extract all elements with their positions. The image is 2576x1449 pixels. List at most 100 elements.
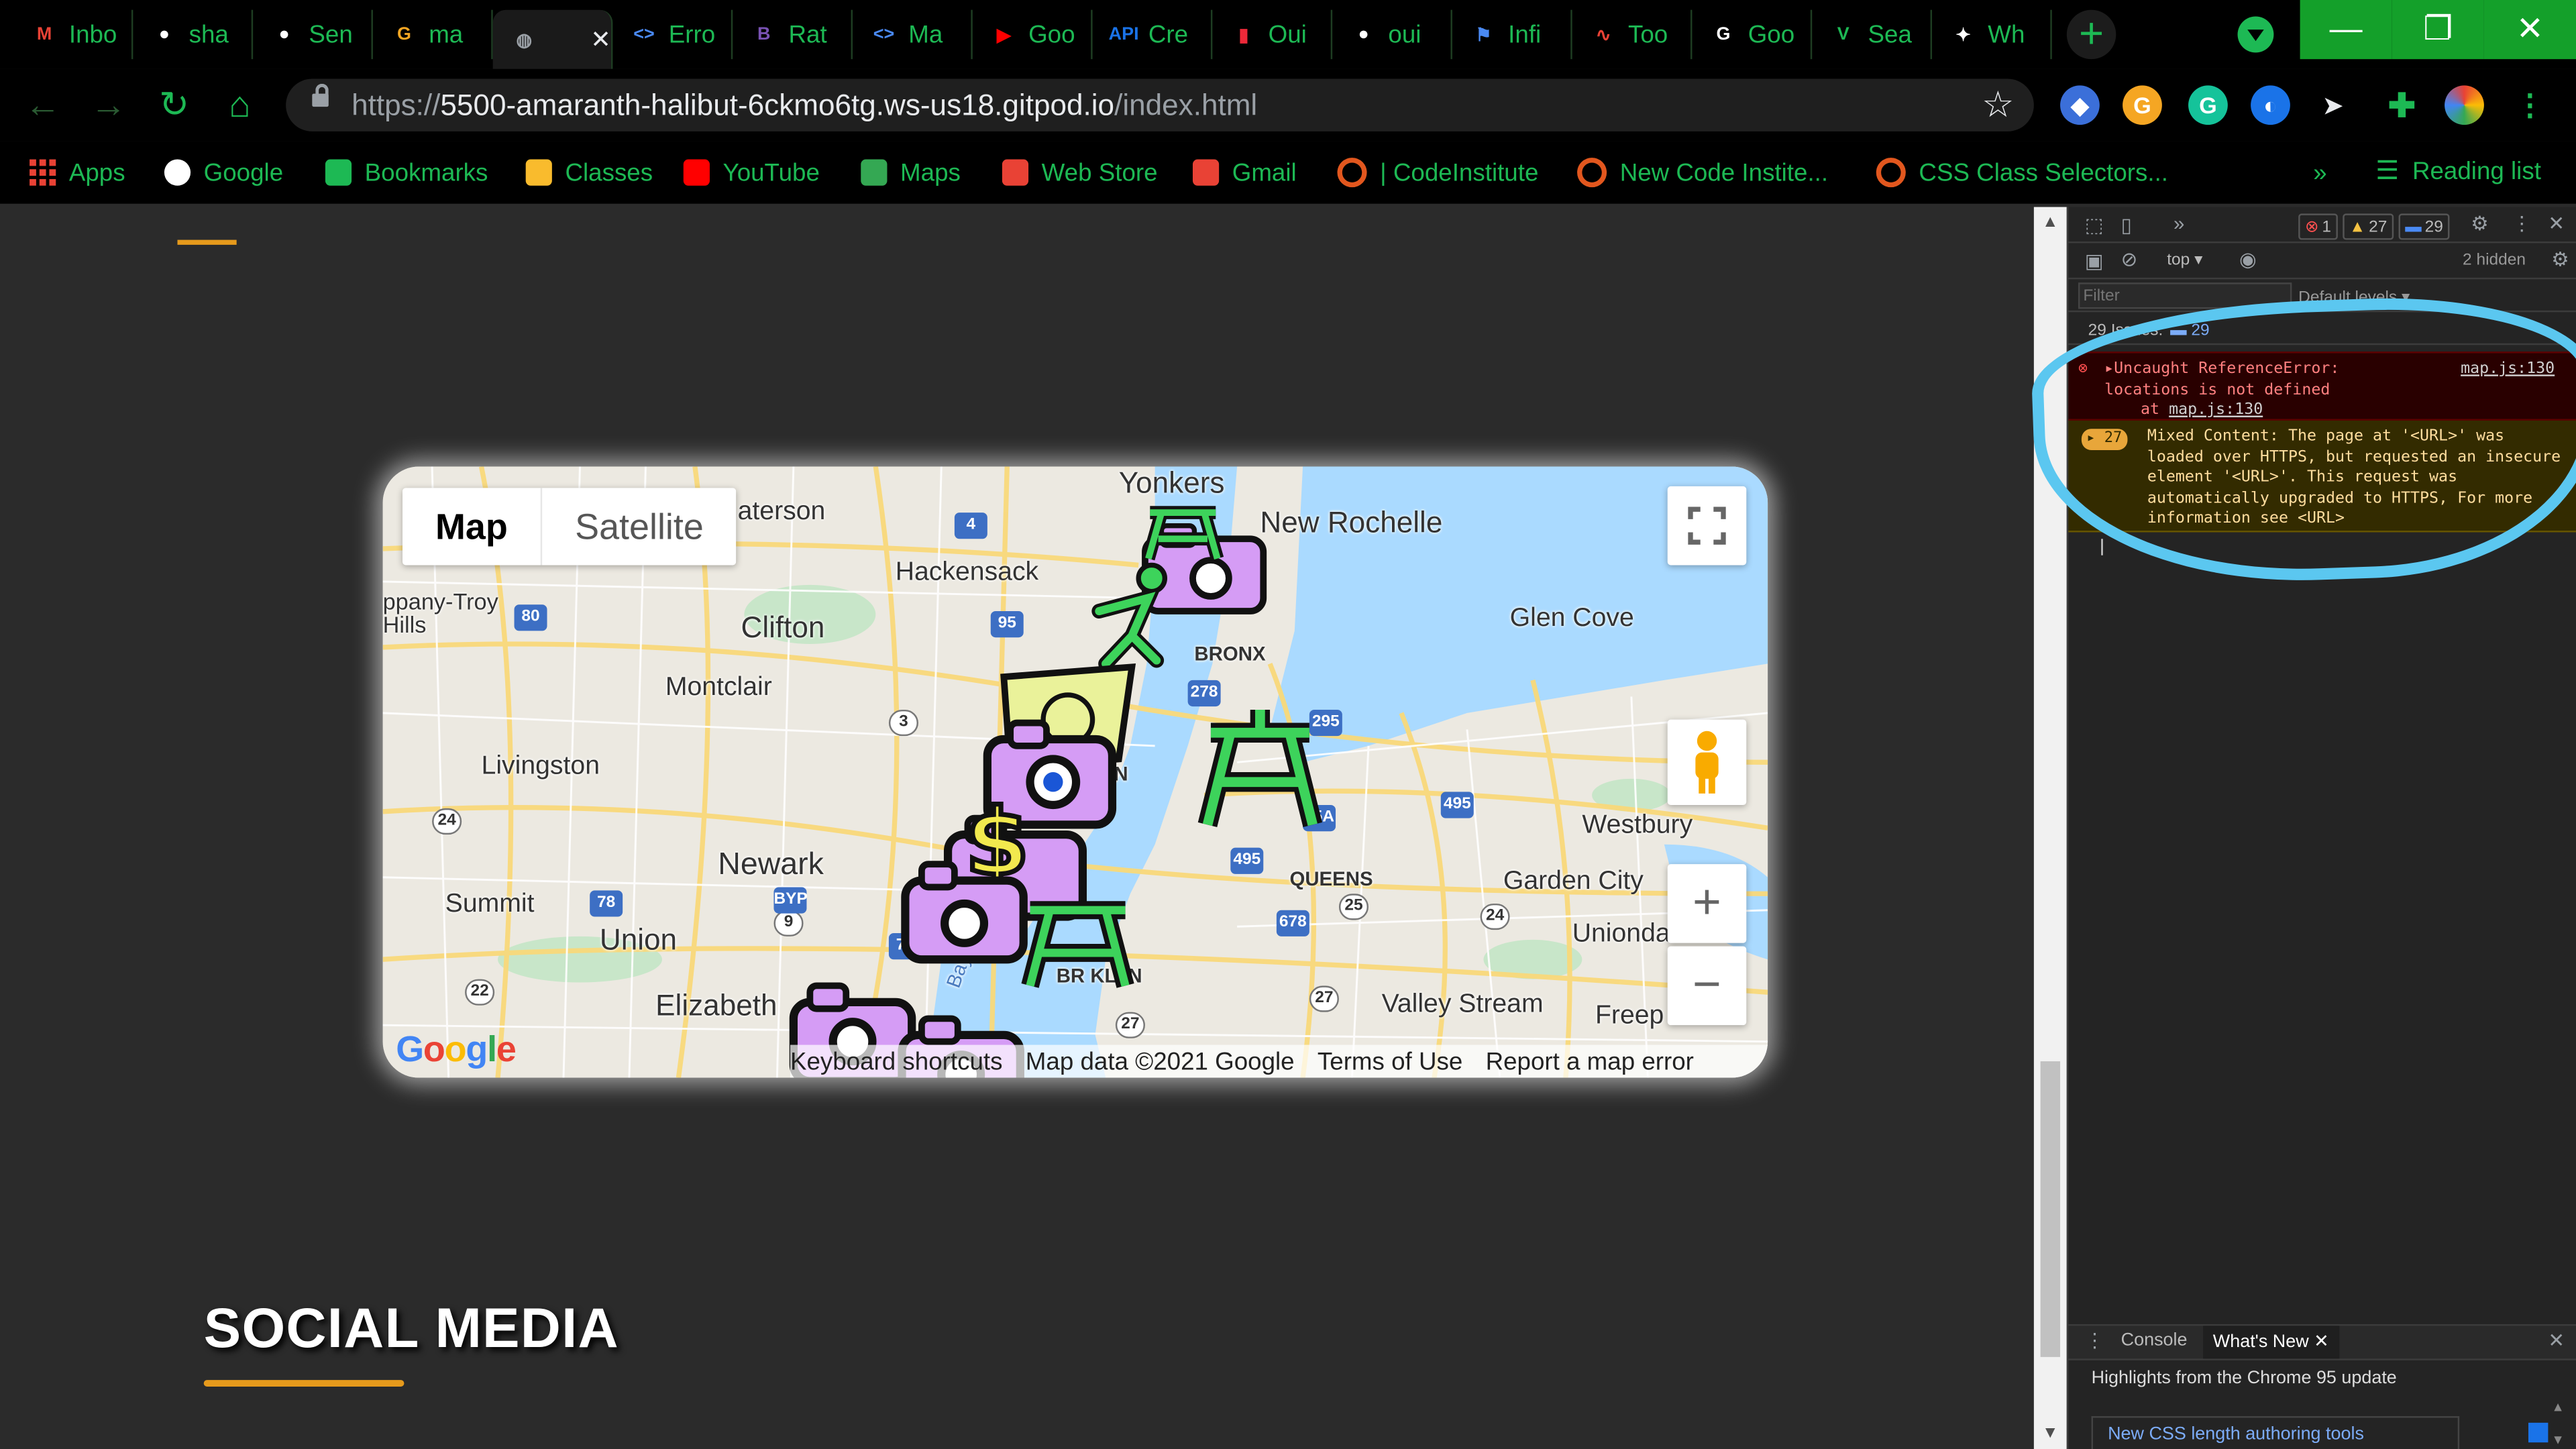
devtools-menu-icon[interactable]: ⋮	[2512, 212, 2532, 235]
live-expression-eye-icon[interactable]: ◉	[2239, 248, 2257, 271]
map-type-satellite-button[interactable]: Satellite	[542, 488, 737, 565]
close-drawer-icon[interactable]: ✕	[2548, 1329, 2565, 1352]
google-logo[interactable]: Google	[396, 1028, 517, 1071]
issues-bar[interactable]: 29 Issues: ▬ 29	[2068, 312, 2576, 345]
browser-tab[interactable]: API Cre	[1093, 9, 1213, 60]
restore-button[interactable]: ❐	[2392, 0, 2484, 60]
browser-tab[interactable]: <> Ma	[853, 9, 973, 60]
google-map[interactable]: Yonkers New Rochelle aterson Hackensack …	[382, 466, 1768, 1078]
profile-avatar-icon[interactable]	[2237, 16, 2274, 53]
profile-icon[interactable]	[2445, 85, 2484, 125]
drawer-tab-whats-new[interactable]: What's New ✕	[2203, 1326, 2339, 1359]
browser-tab[interactable]: V Sea	[1812, 9, 1933, 60]
forward-arrow-icon[interactable]: →	[85, 82, 131, 128]
video-thumbnail[interactable]	[2528, 1422, 2548, 1443]
browser-tab[interactable]: ● oui	[1332, 9, 1452, 60]
browser-tab[interactable]: ▮ Oui	[1212, 9, 1333, 60]
device-toggle-icon[interactable]: ▯	[2121, 213, 2132, 236]
browser-tab[interactable]: ✦ Wh	[1932, 9, 2052, 60]
browser-tab[interactable]: M Inbo	[13, 9, 133, 60]
report-error-link[interactable]: Report a map error	[1486, 1047, 1694, 1075]
settings-gear-icon[interactable]: ⚙	[2471, 212, 2488, 235]
address-url[interactable]: https://5500-amaranth-halibut-6ckmo6tg.w…	[352, 89, 1257, 123]
zoom-out-button[interactable]: −	[1667, 946, 1747, 1026]
bookmark-item[interactable]: YouTube	[683, 154, 820, 191]
console-filter-input[interactable]	[2078, 282, 2292, 309]
new-tab-button[interactable]: +	[2066, 9, 2116, 60]
extensions-puzzle-icon[interactable]: ✚	[2382, 85, 2422, 125]
close-devtools-icon[interactable]: ✕	[2548, 212, 2565, 235]
browser-tab[interactable]: Gma	[373, 9, 493, 60]
close-tab-icon[interactable]: ✕	[590, 25, 611, 54]
browser-tab[interactable]: ▶ Goo	[973, 9, 1093, 60]
browser-tab[interactable]: ⚑ Infi	[1452, 9, 1572, 60]
page-scrollbar[interactable]: ▲ ▼	[2033, 207, 2067, 1449]
console-settings-gear-icon[interactable]: ⚙	[2551, 248, 2569, 271]
error-source-link-inline[interactable]: map.js:130	[2169, 401, 2263, 419]
bookmark-item[interactable]: Gmail	[1192, 154, 1297, 191]
log-levels-dropdown[interactable]: Default levels ▾	[2298, 289, 2410, 307]
close-window-button[interactable]: ✕	[2483, 0, 2576, 60]
browser-tab[interactable]: ● sha	[133, 9, 254, 60]
bookmark-item[interactable]: Google	[164, 154, 283, 191]
keyboard-shortcuts-link[interactable]: Keyboard shortcuts	[790, 1047, 1003, 1075]
bookmarks-overflow-icon[interactable]: »	[2313, 154, 2326, 191]
picnic-table-marker-icon[interactable]	[1020, 887, 1135, 992]
map-type-map-button[interactable]: Map	[402, 488, 543, 566]
bookmark-item[interactable]: Bookmarks	[325, 154, 488, 191]
address-bar[interactable]: https://5500-amaranth-halibut-6ckmo6tg.w…	[286, 78, 2034, 131]
grammarly-icon[interactable]: G	[2188, 85, 2228, 125]
drawer-menu-icon[interactable]: ⋮	[2085, 1329, 2104, 1352]
menu-kebab-icon[interactable]: ⋮	[2510, 85, 2550, 125]
scroll-down-icon[interactable]: ▼	[2042, 1424, 2058, 1442]
console-warning-message[interactable]: ▸ 27 Mixed Content: The page at '<URL>' …	[2068, 420, 2576, 533]
drawer-scrollbar[interactable]: ▲ ▼	[2548, 1400, 2567, 1449]
browser-tab[interactable]: ∿ Too	[1572, 9, 1693, 60]
camera-marker-icon[interactable]	[899, 854, 1030, 969]
inspect-icon[interactable]: ⬚	[2085, 213, 2104, 236]
minimize-button[interactable]: —	[2300, 0, 2392, 60]
terms-link[interactable]: Terms of Use	[1318, 1047, 1462, 1075]
console-prompt-caret[interactable]	[2101, 539, 2103, 555]
whats-new-item-link[interactable]: New CSS length authoring tools	[2091, 1416, 2460, 1449]
clear-console-icon[interactable]: ⊘	[2121, 248, 2138, 271]
zoom-in-button[interactable]: +	[1667, 864, 1747, 943]
runner-marker-icon[interactable]	[1083, 562, 1181, 677]
console-error-message[interactable]: ⊗ ▸Uncaught ReferenceError: locations is…	[2068, 352, 2576, 421]
picnic-table-marker-icon[interactable]	[1142, 496, 1224, 562]
picnic-table-marker-icon[interactable]	[1197, 703, 1323, 835]
street-view-pegman[interactable]	[1667, 719, 1747, 806]
sidebar-toggle-icon[interactable]: ▣	[2085, 250, 2104, 272]
extension-colorpick-icon[interactable]: ◆	[2060, 85, 2100, 125]
bookmark-item[interactable]: Classes	[525, 154, 653, 191]
drawer-tab-console[interactable]: Console	[2121, 1331, 2188, 1350]
bookmark-star-icon[interactable]: ☆	[1982, 84, 2014, 127]
scrollbar-thumb[interactable]	[2040, 1061, 2061, 1357]
bookmark-item[interactable]: New Code Instite...	[1577, 154, 1828, 191]
extension-blue-icon[interactable]: ◐	[2251, 85, 2290, 125]
bookmark-item[interactable]: CSS Class Selectors...	[1876, 154, 2168, 191]
browser-tab[interactable]: <> Erro	[612, 9, 733, 60]
more-tabs-icon[interactable]: »	[2174, 212, 2184, 235]
home-icon[interactable]: ⌂	[217, 82, 263, 128]
browser-tab[interactable]: G Goo	[1692, 9, 1813, 60]
extension-cursor-icon[interactable]: ➤	[2313, 85, 2353, 125]
error-source-link[interactable]: map.js:130	[2461, 360, 2555, 380]
reload-icon[interactable]: ↻	[151, 82, 197, 128]
context-selector[interactable]: top ▾	[2167, 252, 2202, 270]
bookmark-item[interactable]: Maps	[861, 154, 961, 191]
bookmark-apps[interactable]: Apps	[30, 154, 125, 191]
info-count-badge[interactable]: ▬ 29	[2398, 213, 2450, 240]
close-tab-icon[interactable]: ✕	[2314, 1332, 2329, 1352]
bookmark-item[interactable]: Web Store	[1002, 154, 1158, 191]
browser-tab[interactable]: ◍ ✕	[492, 9, 613, 69]
browser-tab[interactable]: ● Sen	[253, 9, 373, 60]
back-arrow-icon[interactable]: ←	[19, 82, 66, 128]
error-count-badge[interactable]: ⊗ 1	[2298, 213, 2338, 240]
scroll-up-icon[interactable]: ▲	[2042, 213, 2058, 231]
bookmark-item[interactable]: | CodeInstitute	[1337, 154, 1538, 191]
extension-g-icon[interactable]: G	[2123, 85, 2162, 125]
reading-list-button[interactable]: ☰ Reading list	[2375, 154, 2541, 187]
warning-count-badge[interactable]: ▲ 27	[2343, 213, 2394, 240]
browser-tab[interactable]: B Rat	[733, 9, 853, 60]
